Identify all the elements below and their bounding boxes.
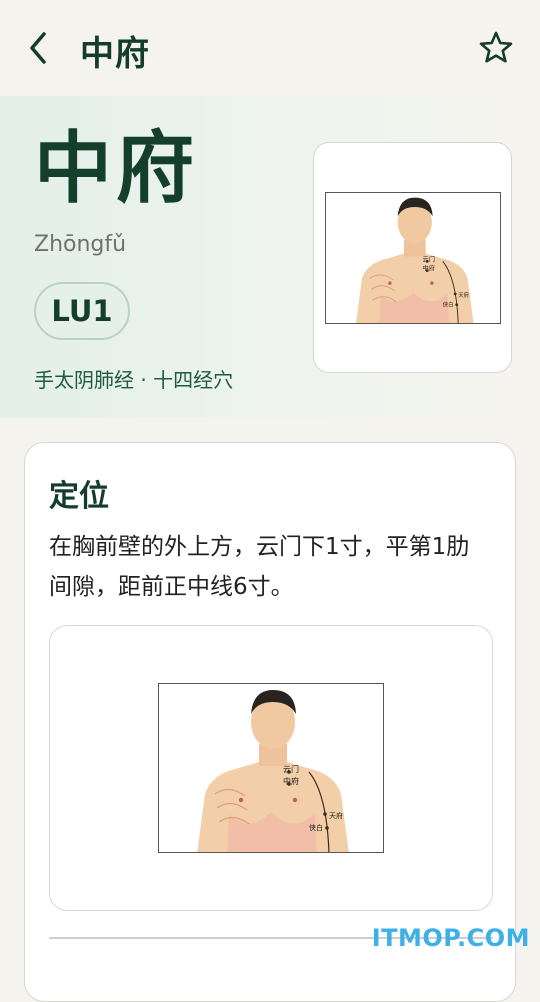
figure-label-zhongfu: 中府: [423, 265, 435, 273]
page-title: 中府: [80, 26, 150, 75]
acupoint-code-badge: LU1: [34, 282, 130, 340]
figure-label-xiabai: 侠白: [309, 823, 323, 832]
location-image-card[interactable]: 云门 中府 天府 侠白: [49, 625, 493, 911]
back-button[interactable]: [22, 28, 58, 68]
top-app-bar: 中府: [0, 0, 540, 96]
favorite-button[interactable]: [478, 30, 514, 66]
site-watermark: ITMOP.COM: [372, 924, 530, 952]
location-card: 定位 在胸前壁的外上方，云门下1寸，平第1肋间隙，距前正中线6寸。 云门 中府 …: [24, 442, 516, 1002]
acupoint-thumbnail-image: 云门 中府 天府 侠白: [325, 192, 501, 324]
acupoint-pinyin: Zhōngfǔ: [34, 232, 126, 257]
figure-label-yunmen: 云门: [423, 255, 435, 263]
figure-label-tianfu: 天府: [329, 811, 343, 820]
meridian-label: 手太阴肺经 · 十四经穴: [34, 364, 233, 393]
acupoint-header: 中府 Zhōngfǔ LU1 手太阴肺经 · 十四经穴: [0, 96, 540, 418]
location-title: 定位: [49, 471, 109, 515]
location-text: 在胸前壁的外上方，云门下1寸，平第1肋间隙，距前正中线6寸。: [49, 527, 489, 607]
chevron-left-icon: [22, 28, 58, 68]
acupoint-thumbnail-card[interactable]: 云门 中府 天府 侠白: [313, 142, 512, 373]
location-image: 云门 中府 天府 侠白: [158, 683, 384, 853]
star-outline-icon: [478, 30, 514, 66]
acupoint-name: 中府: [34, 130, 198, 208]
figure-label-zhongfu: 中府: [283, 776, 299, 786]
figure-label-yunmen: 云门: [283, 764, 299, 774]
body-figure-icon: 云门 中府 天府 侠白: [326, 193, 501, 324]
body-figure-large-icon: 云门 中府 天府 侠白: [159, 684, 384, 853]
